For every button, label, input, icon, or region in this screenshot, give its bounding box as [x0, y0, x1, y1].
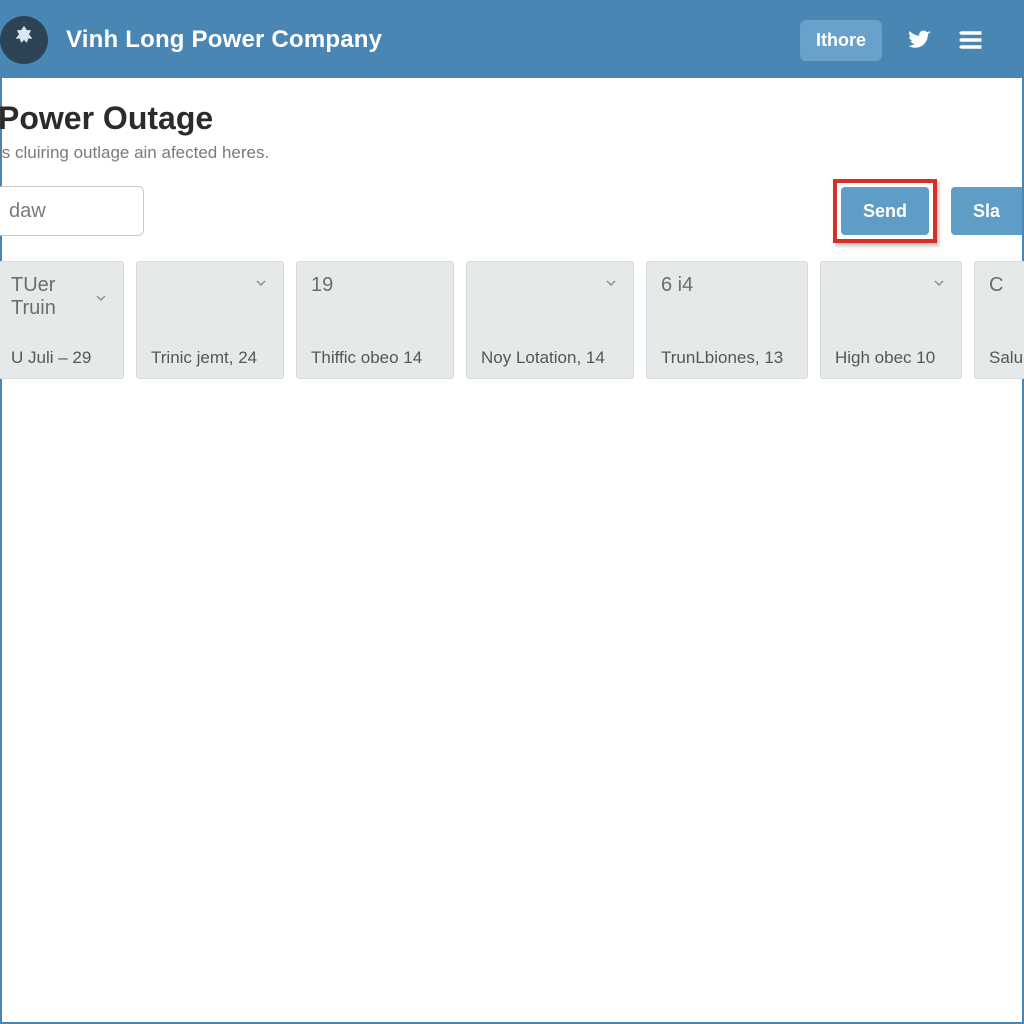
chevron-down-icon: [603, 274, 619, 290]
card[interactable]: Trinic jemt, 24: [136, 261, 284, 379]
search-row: Send Sla: [2, 179, 1022, 243]
bird-icon[interactable]: [904, 25, 934, 55]
card[interactable]: High obec 10: [820, 261, 962, 379]
card[interactable]: 6 i4 TrunLbiones, 13: [646, 261, 808, 379]
menu-icon[interactable]: [956, 25, 986, 55]
card-bottom-label: U Juli – 29: [11, 348, 109, 368]
chevron-down-icon: [931, 274, 947, 290]
card-bottom-label: TrunLbiones, 13: [661, 348, 793, 368]
card-top-label: C: [989, 274, 1003, 297]
card-bottom-label: Saluniby. 1: [989, 348, 1024, 368]
card[interactable]: TUer Truin U Juli – 29: [0, 261, 124, 379]
page-subtitle: is cluiring outlage ain afected heres.: [0, 143, 1022, 163]
card-bottom-label: Thiffic obeo 14: [311, 348, 439, 368]
card[interactable]: 19 Thiffic obeo 14: [296, 261, 454, 379]
company-logo: [0, 16, 48, 64]
page-title: Power Outage: [0, 100, 1022, 137]
card[interactable]: C Saluniby. 1: [974, 261, 1024, 379]
chevron-down-icon: [253, 274, 269, 290]
card-top-label: 19: [311, 274, 333, 297]
card-top-label: 6 i4: [661, 274, 693, 297]
send-highlight: Send: [833, 179, 937, 243]
cards-row: TUer Truin U Juli – 29 Trinic jemt, 24 1…: [0, 261, 1022, 379]
card[interactable]: Noy Lotation, 14: [466, 261, 634, 379]
card-bottom-label: High obec 10: [835, 348, 947, 368]
secondary-button[interactable]: Sla: [951, 187, 1022, 235]
brand-title: Vinh Long Power Company: [66, 26, 382, 54]
search-input[interactable]: [0, 186, 144, 236]
card-bottom-label: Noy Lotation, 14: [481, 348, 619, 368]
card-top-label: TUer Truin: [11, 274, 93, 320]
nav-button[interactable]: Ithore: [800, 20, 882, 61]
card-bottom-label: Trinic jemt, 24: [151, 348, 269, 368]
app-header: Vinh Long Power Company Ithore: [2, 2, 1022, 78]
chevron-down-icon: [93, 289, 109, 305]
send-button[interactable]: Send: [841, 187, 929, 235]
page-title-block: Power Outage: [0, 78, 1022, 137]
